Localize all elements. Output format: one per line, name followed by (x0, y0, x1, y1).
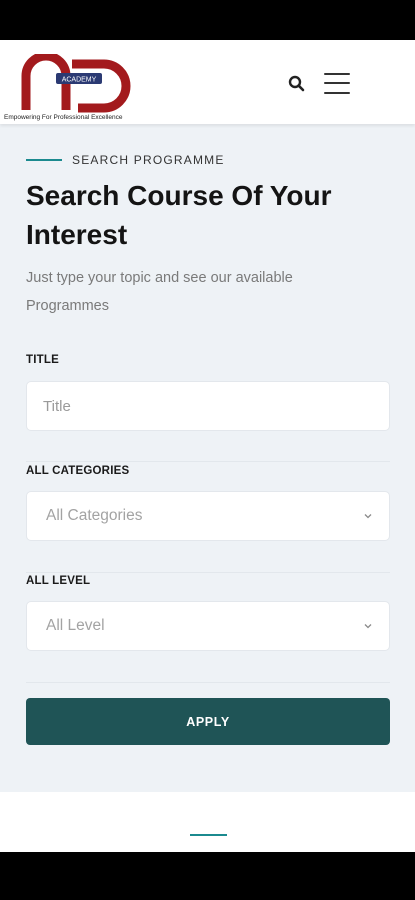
level-field-label: ALL LEVEL (26, 575, 91, 587)
divider (26, 682, 390, 683)
eyebrow-accent-line (26, 159, 62, 161)
status-bar (0, 0, 415, 40)
page-description: Just type your topic and see our availab… (26, 270, 293, 314)
search-programme-section: SEARCH PROGRAMME Search Course Of Your I… (0, 124, 415, 792)
academy-logo[interactable]: ACADEMY (12, 54, 147, 122)
eyebrow-text: SEARCH PROGRAMME (72, 153, 225, 167)
divider (26, 461, 390, 462)
site-header: ACADEMY Empowering For Professional Exce… (0, 40, 415, 124)
logo-label: ACADEMY (62, 77, 97, 84)
categories-selected-value: All Categories (46, 507, 143, 524)
search-button[interactable] (287, 74, 307, 94)
navigation-bar (0, 852, 415, 900)
apply-button[interactable]: APPLY (26, 698, 390, 745)
chevron-down-icon (364, 514, 372, 519)
section-eyebrow: SEARCH PROGRAMME (26, 153, 225, 167)
divider (26, 572, 390, 573)
search-icon (288, 75, 305, 92)
level-select[interactable]: All Level (26, 601, 390, 651)
logo-mark: ACADEMY (21, 54, 131, 113)
level-selected-value: All Level (46, 617, 105, 634)
footer-accent-line (190, 834, 227, 836)
page-footer (0, 792, 415, 852)
page-title: Search Course Of Your Interest (26, 180, 332, 250)
chevron-down-icon (364, 624, 372, 629)
hamburger-menu-icon (324, 73, 350, 75)
hamburger-menu-button[interactable] (324, 70, 352, 96)
title-field[interactable] (26, 381, 390, 431)
categories-field-label: ALL CATEGORIES (26, 465, 130, 477)
title-input[interactable] (43, 397, 373, 415)
categories-select[interactable]: All Categories (26, 491, 390, 541)
title-field-label: TITLE (26, 354, 59, 366)
logo-tagline: Empowering For Professional Excellence (4, 114, 123, 121)
